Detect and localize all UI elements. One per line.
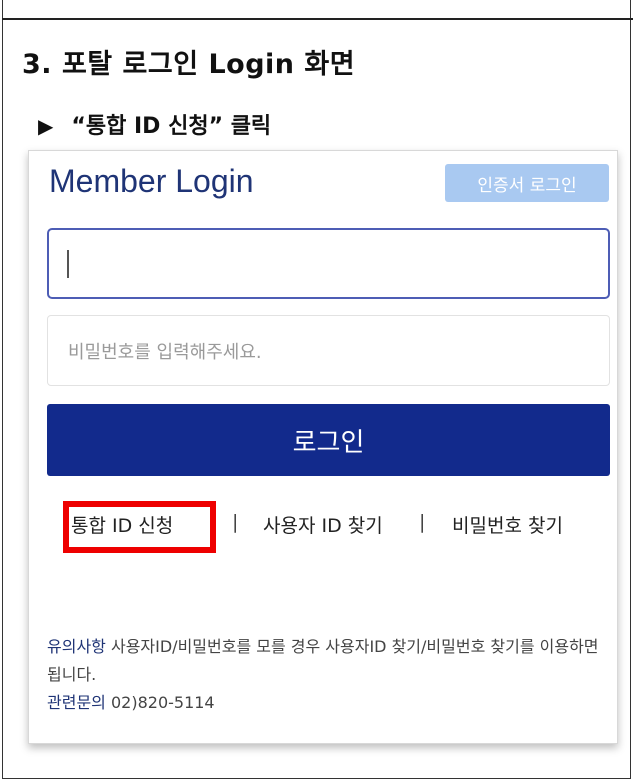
- notice-text: 유의사항 사용자ID/비밀번호를 모를 경우 사용자ID 찾기/비밀번호 찾기를…: [47, 633, 607, 717]
- user-id-input[interactable]: [47, 228, 610, 299]
- member-login-title: Member Login: [49, 163, 254, 199]
- step-text: “통합 ID 신청” 클릭: [71, 114, 272, 139]
- contact-label: 관련문의: [47, 693, 106, 712]
- triangle-arrow-icon: ▶: [38, 114, 54, 138]
- highlight-box: [63, 501, 216, 553]
- password-placeholder: 비밀번호를 입력해주세요.: [68, 341, 262, 363]
- notice-body: 사용자ID/비밀번호를 모를 경우 사용자ID 찾기/비밀번호 찾기를 이용하면…: [47, 637, 599, 684]
- password-input[interactable]: 비밀번호를 입력해주세요.: [47, 315, 610, 386]
- notice-label: 유의사항: [47, 637, 106, 656]
- step-instruction: ▶ “통합 ID 신청” 클릭: [38, 108, 271, 140]
- login-button[interactable]: 로그인: [47, 404, 610, 476]
- section-title: 3. 포탈 로그인 Login 화면: [22, 49, 356, 80]
- text-caret: [67, 250, 69, 278]
- login-panel: Member Login 인증서 로그인 비밀번호를 입력해주세요. 로그인 통…: [28, 150, 618, 744]
- find-id-link[interactable]: 사용자 ID 찾기: [263, 511, 383, 538]
- certificate-login-button[interactable]: 인증서 로그인: [445, 164, 609, 202]
- top-divider: [2, 18, 633, 20]
- link-separator: |: [232, 511, 239, 533]
- contact-phone: 02)820-5114: [105, 693, 215, 712]
- link-separator: |: [419, 511, 426, 533]
- find-password-link[interactable]: 비밀번호 찾기: [452, 511, 563, 538]
